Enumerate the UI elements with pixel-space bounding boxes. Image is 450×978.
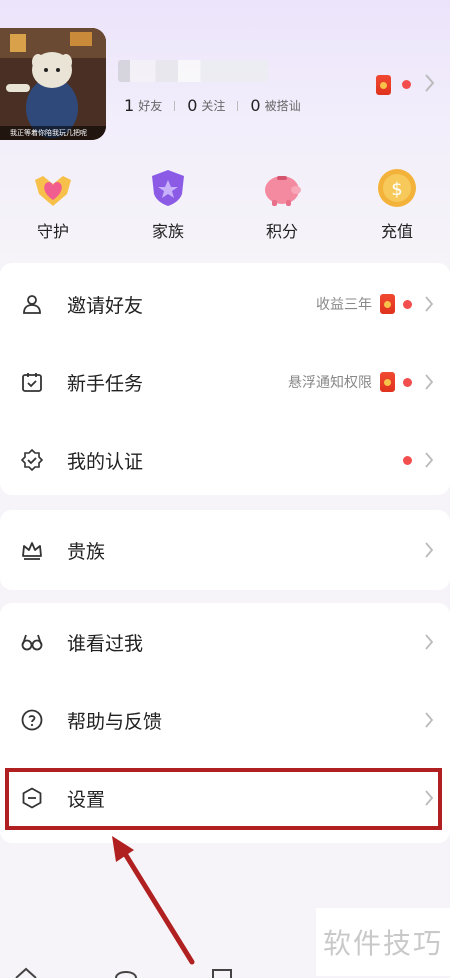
red-packet-icon: [380, 372, 395, 392]
quick-points-label: 积分: [265, 222, 298, 241]
square-icon[interactable]: [210, 966, 234, 978]
friends-label[interactable]: 好友: [138, 97, 162, 114]
profile-stats: 1 好友 0 关注 0 被搭讪: [124, 96, 301, 115]
notification-dot: [402, 80, 412, 89]
piggy-bank-icon: [260, 166, 304, 210]
avatar-caption: 我正等着你陪我玩几把呢: [0, 126, 106, 140]
avatar[interactable]: 我正等着你陪我玩几把呢: [0, 28, 106, 140]
menu-card-1: 邀请好友 收益三年 新手任务 悬浮通知权限 我的认证: [0, 263, 450, 495]
family-shield-icon: [146, 166, 190, 210]
row-right: [403, 451, 434, 469]
chevron-right-icon: [424, 541, 434, 559]
menu-label: 我的认证: [67, 450, 144, 473]
row-note: 收益三年: [316, 297, 372, 313]
notification-dot: [403, 299, 412, 309]
menu-row-nobility[interactable]: 贵族: [0, 511, 450, 589]
approached-label[interactable]: 被搭讪: [265, 97, 301, 114]
row-right: 悬浮通知权限: [288, 372, 434, 392]
row-right: [424, 711, 434, 729]
divider: [174, 100, 176, 111]
chat-icon[interactable]: [114, 966, 138, 978]
glasses-icon: [20, 630, 44, 654]
quick-family-label: 家族: [151, 222, 184, 241]
chevron-right-icon: [424, 451, 434, 469]
crown-icon: [20, 538, 44, 562]
invite-friend-icon: [20, 292, 44, 316]
menu-row-newbie-tasks[interactable]: 新手任务 悬浮通知权限: [0, 343, 450, 421]
username-blurred: [118, 60, 268, 82]
quick-recharge-label: 充值: [380, 222, 413, 241]
svg-text:$: $: [391, 179, 402, 200]
verified-badge-icon: [20, 448, 44, 472]
menu-row-certification[interactable]: 我的认证: [0, 421, 450, 499]
settings-highlight-box: [5, 768, 442, 830]
chevron-right-icon: [424, 711, 434, 729]
quick-guard[interactable]: 守护: [8, 166, 98, 242]
help-icon: [20, 708, 44, 732]
header-red-packet-badge[interactable]: [376, 74, 412, 95]
menu-label: 谁看过我: [67, 632, 144, 655]
chevron-right-icon: [424, 295, 434, 313]
approached-count[interactable]: 0: [250, 96, 260, 115]
menu-label: 贵族: [67, 540, 106, 563]
menu-row-invite[interactable]: 邀请好友 收益三年: [0, 265, 450, 343]
red-packet-icon: [376, 74, 391, 95]
chevron-right-icon[interactable]: [424, 72, 436, 94]
chevron-right-icon: [424, 373, 434, 391]
quick-points[interactable]: 积分: [237, 166, 327, 242]
chevron-right-icon: [424, 633, 434, 651]
avatar-image: [0, 28, 106, 140]
row-right: 收益三年: [316, 294, 434, 314]
watermark: 软件技巧: [316, 908, 450, 976]
following-label[interactable]: 关注: [201, 97, 225, 114]
menu-label: 新手任务: [67, 372, 144, 395]
notification-dot: [403, 455, 412, 465]
following-count[interactable]: 0: [187, 96, 197, 115]
guard-heart-icon: [31, 166, 75, 210]
calendar-task-icon: [20, 370, 44, 394]
red-packet-icon: [380, 294, 395, 314]
notification-dot: [403, 377, 412, 387]
divider: [237, 100, 239, 111]
menu-label: 邀请好友: [67, 294, 144, 317]
quick-family[interactable]: 家族: [123, 166, 213, 242]
home-icon[interactable]: [14, 966, 38, 978]
menu-label: 帮助与反馈: [67, 710, 163, 733]
menu-card-2: 贵族: [0, 510, 450, 590]
menu-row-help-feedback[interactable]: 帮助与反馈: [0, 681, 450, 759]
row-right: [424, 541, 434, 559]
friends-count[interactable]: 1: [124, 96, 134, 115]
row-right: [424, 633, 434, 651]
quick-recharge[interactable]: $ 充值: [352, 166, 442, 242]
coin-icon: $: [375, 166, 419, 210]
menu-row-visitors[interactable]: 谁看过我: [0, 603, 450, 681]
row-note: 悬浮通知权限: [288, 375, 372, 391]
quick-guard-label: 守护: [36, 222, 69, 241]
